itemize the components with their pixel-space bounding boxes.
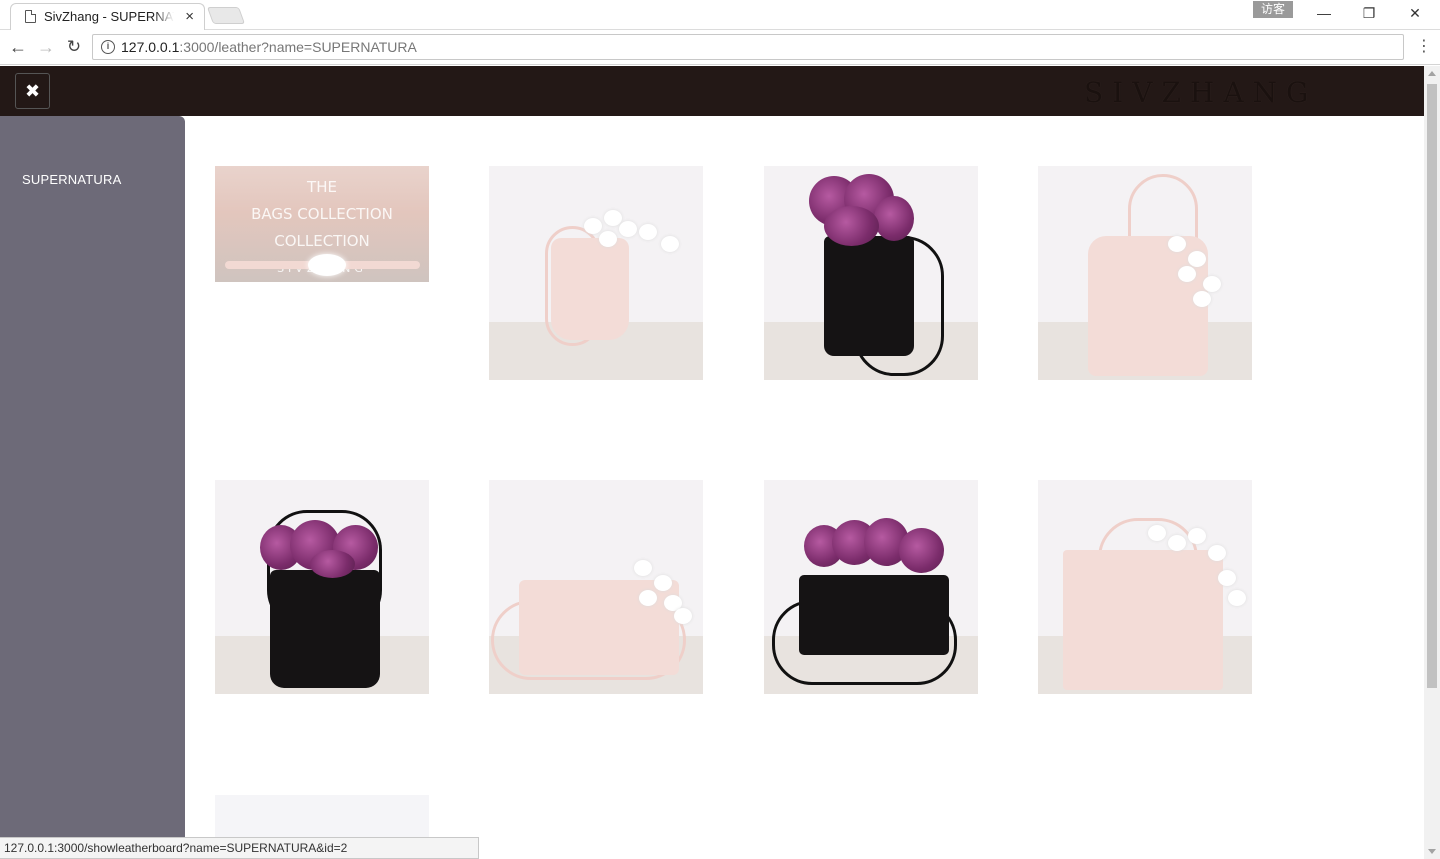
back-arrow-icon[interactable]: ← — [7, 36, 29, 58]
product-thumb[interactable] — [764, 166, 978, 380]
product-thumb[interactable] — [489, 166, 703, 380]
tab-title: SivZhang - SUPERNATURA — [44, 9, 174, 24]
site-logo[interactable]: SIVZHANG — [1084, 76, 1317, 109]
sidebar-item-supernatura[interactable]: SUPERNATURA — [22, 172, 121, 187]
sidebar: SUPERNATURA — [0, 116, 185, 859]
scroll-up-icon[interactable] — [1428, 71, 1436, 76]
product-thumb[interactable] — [215, 480, 429, 694]
close-window-button[interactable]: ✕ — [1400, 3, 1430, 23]
address-bar[interactable]: i 127.0.0.1:3000/leather?name=SUPERNATUR… — [92, 34, 1404, 60]
minimize-button[interactable]: — — [1309, 3, 1339, 23]
browser-tabstrip: SivZhang - SUPERNATURA × 访客 — ❐ ✕ — [0, 0, 1440, 30]
reload-icon[interactable]: ↻ — [63, 36, 85, 58]
restore-button[interactable]: ❐ — [1354, 3, 1384, 23]
product-thumb[interactable] — [489, 480, 703, 694]
scroll-thumb[interactable] — [1427, 84, 1437, 688]
product-thumb[interactable] — [1038, 166, 1252, 380]
guest-badge[interactable]: 访客 — [1253, 1, 1293, 18]
product-thumb[interactable] — [764, 480, 978, 694]
forward-arrow-icon[interactable]: → — [35, 36, 57, 58]
browser-tab[interactable]: SivZhang - SUPERNATURA × — [10, 3, 205, 30]
browser-toolbar: ← → ↻ i 127.0.0.1:3000/leather?name=SUPE… — [0, 30, 1440, 65]
product-thumb-cover[interactable]: THE BAGS COLLECTION COLLECTION SIVZHANG — [215, 166, 429, 282]
site-header: ✖ SIVZHANG — [0, 66, 1424, 116]
page-viewport: ✖ SIVZHANG SUPERNATURA THE BAGS COLLECTI… — [0, 66, 1424, 859]
info-icon[interactable]: i — [101, 40, 115, 54]
browser-menu-icon[interactable]: ⋮ — [1416, 38, 1432, 58]
vertical-scrollbar[interactable] — [1424, 66, 1440, 859]
close-menu-button[interactable]: ✖ — [15, 73, 50, 109]
tab-close-icon[interactable]: × — [185, 8, 194, 25]
status-bar: 127.0.0.1:3000/showleatherboard?name=SUP… — [0, 837, 479, 859]
url-text: 127.0.0.1:3000/leather?name=SUPERNATURA — [121, 39, 417, 55]
page-icon — [25, 10, 36, 23]
scroll-down-icon[interactable] — [1428, 849, 1436, 854]
flower — [308, 254, 346, 276]
new-tab-button[interactable] — [206, 7, 246, 24]
product-thumb[interactable] — [1038, 480, 1252, 694]
